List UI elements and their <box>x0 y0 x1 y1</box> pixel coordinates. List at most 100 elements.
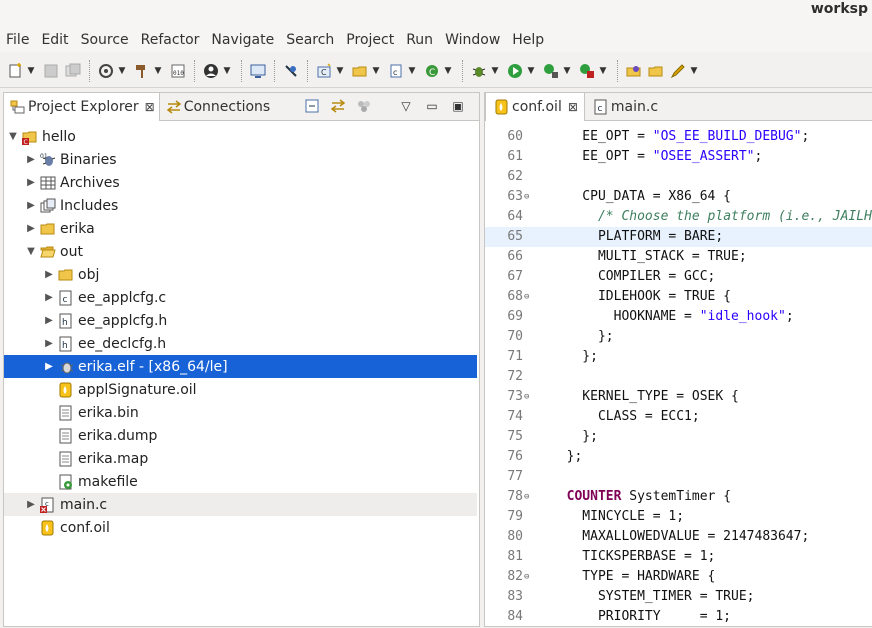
code-token: }; <box>551 449 583 464</box>
tree-item[interactable]: ▼ out <box>4 240 477 263</box>
save-all-icon[interactable] <box>63 61 83 81</box>
collapsed-arrow-icon[interactable]: ▶ <box>24 154 38 165</box>
close-icon[interactable]: ⊠ <box>568 100 578 114</box>
collapsed-arrow-icon[interactable]: ▶ <box>24 223 38 234</box>
fold-toggle-icon[interactable]: ⊖ <box>524 187 529 207</box>
editor-tab[interactable]: c main.c <box>585 93 664 121</box>
debug-dropdown-icon[interactable]: ▼ <box>490 61 500 81</box>
menu-edit[interactable]: Edit <box>35 29 74 51</box>
collapsed-arrow-icon[interactable]: ▶ <box>42 315 56 326</box>
code-line: 76 }; <box>485 447 872 467</box>
collapse-all-icon[interactable] <box>303 97 321 115</box>
collapsed-arrow-icon[interactable]: ▶ <box>24 200 38 211</box>
target-dropdown-icon[interactable]: ▼ <box>222 61 232 81</box>
tree-item[interactable]: conf.oil <box>4 516 477 539</box>
minimize-icon[interactable]: ▭ <box>423 97 441 115</box>
coverage-dropdown-icon[interactable]: ▼ <box>562 61 572 81</box>
new-c-project-icon[interactable]: C <box>314 61 334 81</box>
external-tools-icon[interactable] <box>577 61 597 81</box>
code-token: IDLEHOOK = TRUE { <box>551 289 732 304</box>
build-config-icon[interactable] <box>96 61 116 81</box>
code-editor[interactable]: 60 EE_OPT = "OS_EE_BUILD_DEBUG"; 61 EE_OP… <box>485 121 872 628</box>
menu-help[interactable]: Help <box>506 29 550 51</box>
menu-window[interactable]: Window <box>439 29 506 51</box>
build-dropdown-icon[interactable]: ▼ <box>153 61 163 81</box>
menu-search[interactable]: Search <box>280 29 340 51</box>
svg-text:c: c <box>63 295 68 305</box>
menu-navigate[interactable]: Navigate <box>205 29 280 51</box>
build-hammer-icon[interactable] <box>132 61 152 81</box>
collapsed-arrow-icon[interactable]: ▶ <box>24 177 38 188</box>
tree-item[interactable]: ▼ Chello <box>4 125 477 148</box>
pen-icon[interactable] <box>668 61 688 81</box>
coverage-icon[interactable] <box>541 61 561 81</box>
tree-item[interactable]: ▶ Includes <box>4 194 477 217</box>
close-icon[interactable]: ⊠ <box>145 100 155 114</box>
collapsed-arrow-icon[interactable]: ▶ <box>42 338 56 349</box>
new-dropdown-icon[interactable]: ▼ <box>26 61 36 81</box>
new-folder-icon[interactable] <box>350 61 370 81</box>
fold-toggle-icon[interactable]: ⊖ <box>524 567 529 587</box>
tree-item[interactable]: erika.dump <box>4 424 477 447</box>
collapsed-arrow-icon[interactable]: ▶ <box>42 269 56 280</box>
collapsed-arrow-icon[interactable]: ▶ <box>42 292 56 303</box>
menu-refactor[interactable]: Refactor <box>135 29 206 51</box>
tab-connections[interactable]: Connections <box>160 93 275 121</box>
tree-item[interactable]: ▶ obj <box>4 263 477 286</box>
fold-toggle-icon[interactable]: ⊖ <box>524 287 529 307</box>
binary-icon[interactable]: 010 <box>168 61 188 81</box>
run-dropdown-icon[interactable]: ▼ <box>526 61 536 81</box>
new-folder-dropdown-icon[interactable]: ▼ <box>371 61 381 81</box>
link-with-editor-icon[interactable] <box>329 97 347 115</box>
debug-icon[interactable] <box>469 61 489 81</box>
menu-source[interactable]: Source <box>75 29 135 51</box>
tree-item[interactable]: erika.bin <box>4 401 477 424</box>
target-icon[interactable] <box>201 61 221 81</box>
new-source-icon[interactable]: c <box>386 61 406 81</box>
maximize-icon[interactable]: ▣ <box>449 97 467 115</box>
svg-text:01: 01 <box>40 153 48 160</box>
view-controls: ▽ ▭ ▣ <box>303 97 467 115</box>
tab-project-explorer[interactable]: Project Explorer ⊠ <box>4 92 160 121</box>
menu-run[interactable]: Run <box>400 29 439 51</box>
collapsed-arrow-icon[interactable]: ▶ <box>42 361 56 372</box>
oil-file-icon <box>494 99 510 115</box>
tree-item[interactable]: ▶ c main.c <box>4 493 477 516</box>
open-type-icon[interactable] <box>624 61 644 81</box>
tree-item[interactable]: ▶ Archives <box>4 171 477 194</box>
editor-tab[interactable]: conf.oil ⊠ <box>485 92 585 121</box>
tree-item[interactable]: ▶ c ee_applcfg.c <box>4 286 477 309</box>
tree-item[interactable]: erika.map <box>4 447 477 470</box>
tree-item[interactable]: ▶ erika.elf - [x86_64/le] <box>4 355 477 378</box>
new-class-icon[interactable]: C <box>422 61 442 81</box>
filter-icon[interactable] <box>355 97 373 115</box>
collapsed-arrow-icon[interactable]: ▶ <box>24 499 38 510</box>
menu-project[interactable]: Project <box>340 29 400 51</box>
save-icon[interactable] <box>41 61 61 81</box>
tree-item[interactable]: applSignature.oil <box>4 378 477 401</box>
view-menu-icon[interactable]: ▽ <box>397 97 415 115</box>
terminal-icon[interactable] <box>248 61 268 81</box>
run-icon[interactable] <box>505 61 525 81</box>
external-tools-dropdown-icon[interactable]: ▼ <box>598 61 608 81</box>
fold-toggle-icon[interactable]: ⊖ <box>524 387 529 407</box>
tree-item[interactable]: ▶ h ee_declcfg.h <box>4 332 477 355</box>
open-folder-icon[interactable] <box>646 61 666 81</box>
menu-file[interactable]: File <box>0 29 35 51</box>
tree-item[interactable]: ▶ erika <box>4 217 477 240</box>
line-number: 75 <box>507 429 523 444</box>
tree-item[interactable]: ▶ h ee_applcfg.h <box>4 309 477 332</box>
line-number: 65 <box>507 229 523 244</box>
fold-toggle-icon[interactable]: ⊖ <box>524 487 529 507</box>
new-icon[interactable] <box>5 61 25 81</box>
tree-item[interactable]: ▶ 01 Binaries <box>4 148 477 171</box>
new-source-dropdown-icon[interactable]: ▼ <box>407 61 417 81</box>
new-c-project-dropdown-icon[interactable]: ▼ <box>335 61 345 81</box>
new-class-dropdown-icon[interactable]: ▼ <box>443 61 453 81</box>
expanded-arrow-icon[interactable]: ▼ <box>6 131 20 142</box>
tree-item[interactable]: makefile <box>4 470 477 493</box>
expanded-arrow-icon[interactable]: ▼ <box>24 246 38 257</box>
build-config-dropdown-icon[interactable]: ▼ <box>117 61 127 81</box>
pen-dropdown-icon[interactable]: ▼ <box>689 61 699 81</box>
skip-breakpoints-icon[interactable] <box>281 61 301 81</box>
